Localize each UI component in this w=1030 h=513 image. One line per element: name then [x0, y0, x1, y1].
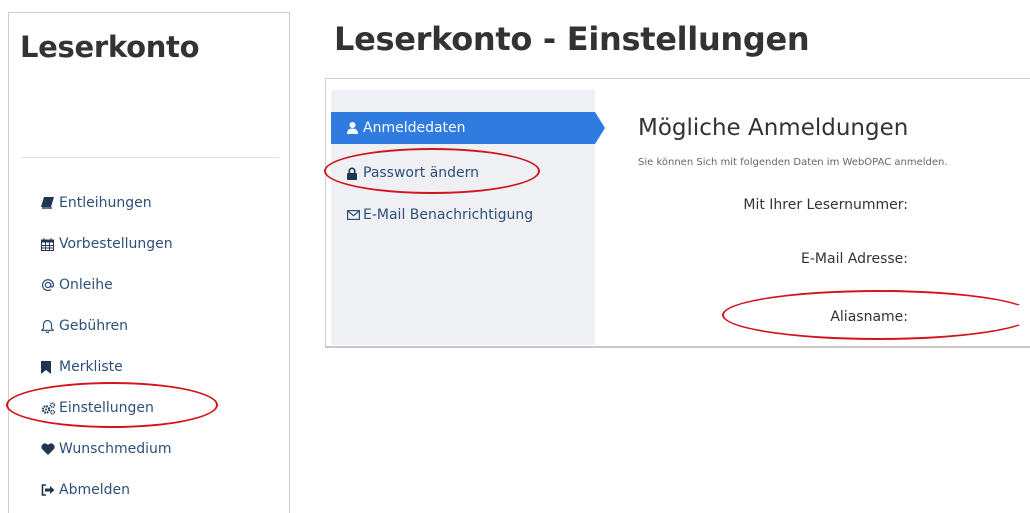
lock-icon	[347, 167, 363, 180]
envelope-icon	[347, 210, 363, 220]
sidebar-item-abmelden[interactable]: Abmelden	[41, 479, 130, 501]
bell-icon	[41, 319, 59, 333]
sidebar-item-label: Einstellungen	[59, 400, 154, 416]
settings-panel: Anmeldedaten Passwort ändern E-Mail Bena…	[325, 78, 1030, 348]
sidebar-item-label: Gebühren	[59, 318, 129, 334]
user-icon	[347, 122, 363, 134]
page-title: Leserkonto - Einstellungen	[334, 20, 810, 58]
account-sidebar: Leserkonto Entleihungen Vorbestellungen …	[8, 12, 290, 513]
sidebar-item-vorbestellungen[interactable]: Vorbestellungen	[41, 233, 173, 255]
gears-icon	[41, 401, 59, 415]
sidebar-item-label: Abmelden	[59, 482, 130, 498]
sidebar-item-gebuehren[interactable]: Gebühren	[41, 315, 128, 337]
field-label-lesernummer: Mit Ihrer Lesernummer:	[743, 197, 908, 213]
sidebar-item-label: Merkliste	[59, 359, 123, 375]
sidebar-item-einstellungen[interactable]: Einstellungen	[41, 397, 154, 419]
sidebar-item-label: Entleihungen	[59, 195, 152, 211]
bookmark-icon	[41, 360, 59, 374]
tab-label: E-Mail Benachrichtigung	[363, 207, 534, 223]
sign-out-icon	[41, 484, 59, 496]
content-description: Sie können Sich mit folgenden Daten im W…	[638, 157, 948, 168]
settings-tab-list: Anmeldedaten Passwort ändern E-Mail Bena…	[331, 90, 605, 345]
tab-anmeldedaten[interactable]: Anmeldedaten	[331, 112, 605, 144]
sidebar-item-label: Wunschmedium	[59, 441, 172, 457]
calendar-icon	[41, 237, 59, 251]
sidebar-item-onleihe[interactable]: Onleihe	[41, 274, 113, 296]
sidebar-item-wunschmedium[interactable]: Wunschmedium	[41, 438, 172, 460]
content-heading: Mögliche Anmeldungen	[638, 115, 909, 141]
sidebar-item-label: Vorbestellungen	[59, 236, 173, 252]
heart-icon	[41, 443, 59, 455]
tab-label: Passwort ändern	[363, 165, 480, 181]
sidebar-item-merkliste[interactable]: Merkliste	[41, 356, 123, 378]
sidebar-item-entleihungen[interactable]: Entleihungen	[41, 192, 152, 214]
field-label-aliasname: Aliasname:	[830, 309, 908, 325]
sidebar-title: Leserkonto	[20, 30, 200, 64]
book-icon	[41, 197, 59, 209]
field-label-email: E-Mail Adresse:	[801, 251, 908, 267]
sidebar-item-label: Onleihe	[59, 277, 113, 293]
tab-label: Anmeldedaten	[363, 120, 466, 136]
at-icon	[41, 278, 59, 292]
tab-passwort-aendern[interactable]: Passwort ändern	[331, 157, 479, 189]
tab-email-benachrichtigung[interactable]: E-Mail Benachrichtigung	[331, 199, 533, 231]
sidebar-divider	[21, 157, 279, 158]
